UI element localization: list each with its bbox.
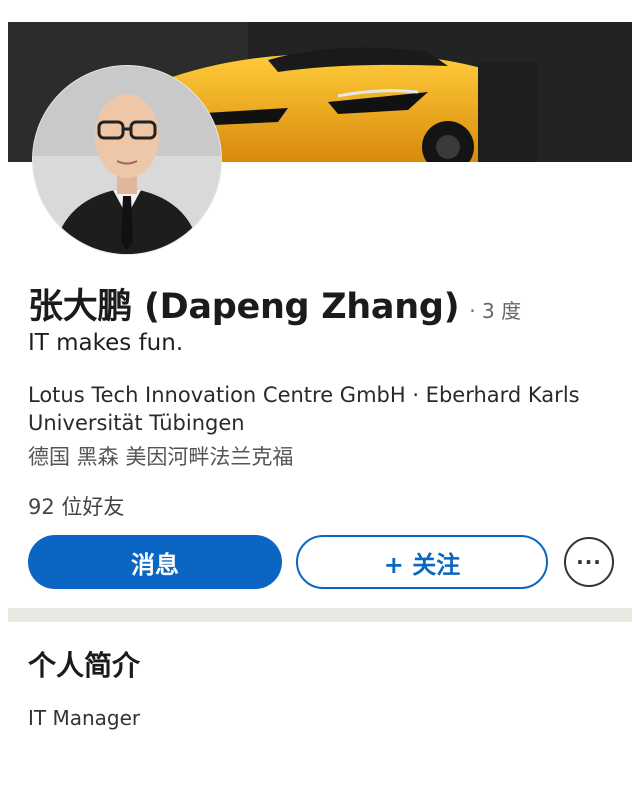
person-photo [33, 66, 221, 254]
message-button[interactable]: 消息 [28, 535, 282, 589]
about-section-title: 个人简介 [28, 649, 141, 682]
more-icon: ··· [576, 550, 602, 574]
profile-avatar[interactable] [33, 66, 221, 254]
more-options-button[interactable]: ··· [564, 537, 614, 587]
profile-name: 张大鹏 (Dapeng Zhang) [28, 287, 460, 327]
profile-headline: IT makes fun. [28, 330, 184, 356]
section-divider [8, 608, 632, 622]
profile-organizations[interactable]: Lotus Tech Innovation Centre GmbH · Eber… [28, 381, 588, 437]
profile-location: 德国 黑森 美因河畔法兰克福 [28, 445, 294, 469]
follow-button[interactable]: + 关注 [296, 535, 548, 589]
friends-count[interactable]: 92 位好友 [28, 491, 124, 521]
about-section-text: IT Manager [28, 706, 141, 730]
profile-header: 张大鹏 (Dapeng Zhang) · 3 度 [28, 278, 521, 329]
connection-degree: · 3 度 [469, 299, 522, 323]
